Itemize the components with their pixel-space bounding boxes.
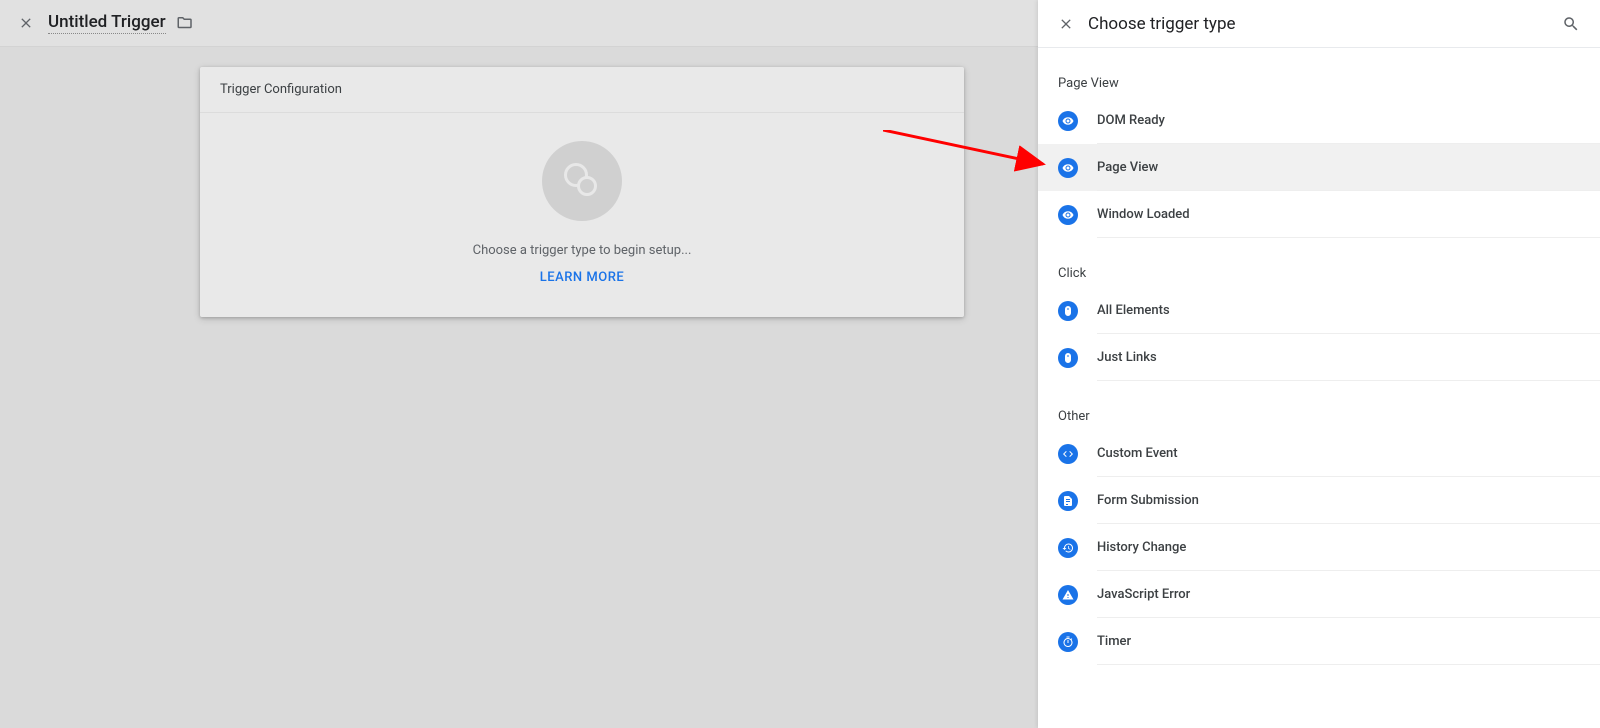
- trigger-type-label: Page View: [1097, 160, 1158, 175]
- panel-title: Choose trigger type: [1088, 14, 1562, 34]
- trigger-name-input[interactable]: Untitled Trigger: [48, 12, 166, 34]
- main-area: Untitled Trigger Trigger Configuration C…: [0, 0, 1038, 728]
- section-header: Click: [1038, 238, 1600, 287]
- eye-icon: [1058, 158, 1078, 178]
- error-icon: [1058, 585, 1078, 605]
- trigger-type-item[interactable]: History Change: [1038, 524, 1600, 571]
- mouse-icon: [1058, 348, 1078, 368]
- trigger-type-item[interactable]: All Elements: [1038, 287, 1600, 334]
- trigger-type-item[interactable]: Form Submission: [1038, 477, 1600, 524]
- card-header: Trigger Configuration: [200, 67, 964, 113]
- placeholder-text: Choose a trigger type to begin setup...: [200, 243, 964, 258]
- close-icon[interactable]: [1058, 16, 1074, 32]
- eye-icon: [1058, 111, 1078, 131]
- placeholder-icon: [542, 141, 622, 221]
- folder-icon[interactable]: [176, 14, 194, 32]
- mouse-icon: [1058, 301, 1078, 321]
- learn-more-link[interactable]: LEARN MORE: [200, 270, 964, 285]
- trigger-type-label: Window Loaded: [1097, 207, 1190, 222]
- form-icon: [1058, 491, 1078, 511]
- trigger-type-label: JavaScript Error: [1097, 587, 1190, 602]
- trigger-type-item[interactable]: DOM Ready: [1038, 97, 1600, 144]
- trigger-type-label: Just Links: [1097, 350, 1157, 365]
- choose-trigger-panel: Choose trigger type Page ViewDOM ReadyPa…: [1038, 0, 1600, 728]
- card-body: Choose a trigger type to begin setup... …: [200, 113, 964, 317]
- panel-header: Choose trigger type: [1038, 0, 1600, 48]
- trigger-type-item[interactable]: Page View: [1038, 144, 1600, 191]
- section-header: Other: [1038, 381, 1600, 430]
- section-header: Page View: [1038, 48, 1600, 97]
- trigger-type-label: Custom Event: [1097, 446, 1178, 461]
- trigger-type-item[interactable]: JavaScript Error: [1038, 571, 1600, 618]
- history-icon: [1058, 538, 1078, 558]
- trigger-type-label: Form Submission: [1097, 493, 1199, 508]
- trigger-type-item[interactable]: Window Loaded: [1038, 191, 1600, 238]
- timer-icon: [1058, 632, 1078, 652]
- trigger-type-label: All Elements: [1097, 303, 1170, 318]
- trigger-type-label: History Change: [1097, 540, 1186, 555]
- eye-icon: [1058, 205, 1078, 225]
- main-header: Untitled Trigger: [0, 0, 1038, 47]
- trigger-type-item[interactable]: Custom Event: [1038, 430, 1600, 477]
- trigger-type-label: DOM Ready: [1097, 113, 1165, 128]
- trigger-type-label: Timer: [1097, 634, 1131, 649]
- search-icon[interactable]: [1562, 15, 1580, 33]
- trigger-configuration-card[interactable]: Trigger Configuration Choose a trigger t…: [200, 67, 964, 317]
- close-icon[interactable]: [18, 15, 34, 31]
- panel-sections: Page View DOM Ready Page View Window Loaded…: [1038, 48, 1600, 665]
- trigger-type-item[interactable]: Just Links: [1038, 334, 1600, 381]
- code-icon: [1058, 444, 1078, 464]
- trigger-type-item[interactable]: Timer: [1038, 618, 1600, 665]
